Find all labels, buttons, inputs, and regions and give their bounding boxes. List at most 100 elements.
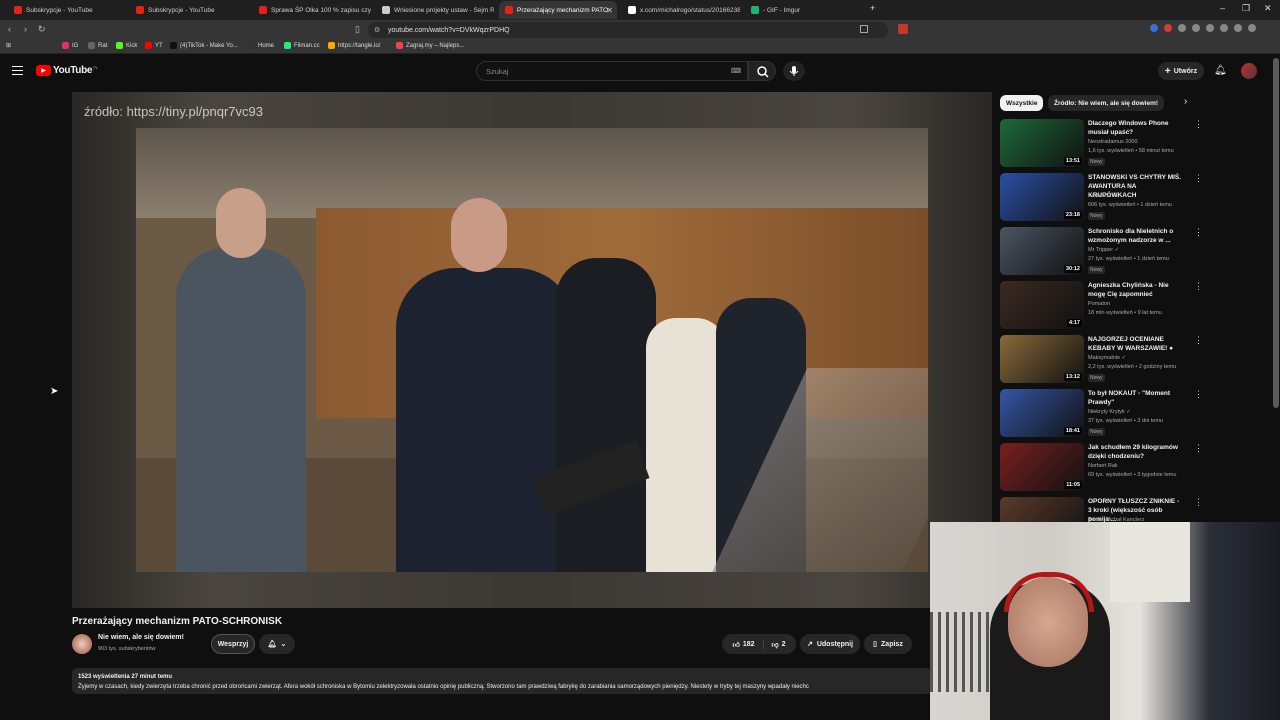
recommendation-channel[interactable]: Niekryty Krytyk ✓ [1088, 409, 1131, 415]
media-icon[interactable] [1220, 24, 1228, 32]
browser-tab[interactable]: Subskrypcje - YouTube [130, 1, 248, 19]
description-box[interactable]: 1523 wyświetlenia 27 minut temu Żyjemy w… [72, 668, 932, 694]
recommendation-item[interactable]: 18:41 To był NOKAUT - "Moment Prawdy" Niek… [1000, 389, 1203, 439]
video-thumbnail[interactable]: 23:18 [1000, 173, 1084, 221]
recommendation-item[interactable]: 4:17 Agnieszka Chylińska - Nie mogę Cię z… [1000, 281, 1203, 331]
recommendation-title[interactable]: Schronisko dla Nieletnich o wzmożonym na… [1088, 227, 1184, 245]
extension-puzzle-icon[interactable] [1192, 24, 1200, 32]
new-tab-button[interactable]: + [870, 3, 875, 13]
restore-icon[interactable]: ❐ [1242, 3, 1250, 14]
video-thumbnail[interactable]: 30:12 [1000, 227, 1084, 275]
video-thumbnail[interactable]: 13:12 [1000, 335, 1084, 383]
share-button[interactable]: ↗ Udostępnij [800, 634, 860, 654]
bookmark-icon [88, 42, 95, 49]
search-input[interactable]: Szukaj ⌨ [476, 61, 748, 81]
recommendation-title[interactable]: To był NOKAUT - "Moment Prawdy" [1088, 389, 1184, 407]
video-thumbnail[interactable]: 11:05 [1000, 443, 1084, 491]
profile-icon[interactable] [1234, 24, 1242, 32]
site-info-icon[interactable]: ⚙ [374, 26, 380, 34]
bookmark-item[interactable]: Filman.cc [284, 42, 320, 49]
browser-tab[interactable]: Wniesione projekty ustaw - Sejm Rz [376, 1, 494, 19]
extension-icon[interactable] [898, 24, 908, 34]
video-thumbnail[interactable]: 4:17 [1000, 281, 1084, 329]
more-options-icon[interactable]: ⋮ [1194, 335, 1203, 346]
recommendation-title[interactable]: Agnieszka Chylińska - Nie mogę Cię zapom… [1088, 281, 1184, 299]
chip-source[interactable]: Źródło: Nie wiem, ale się dowiem! [1048, 95, 1165, 111]
extension-blue-icon[interactable] [1150, 24, 1158, 32]
browser-tab[interactable]: x.com/michalrogo/status/20166238 [622, 1, 740, 19]
support-button[interactable]: Wesprzyj [211, 634, 255, 654]
recommendation-item[interactable]: 11:05 Jak schudłem 29 kilogramów dzięki c… [1000, 443, 1203, 493]
browser-tab[interactable]: Subskrypcje - YouTube [8, 1, 126, 19]
more-options-icon[interactable]: ⋮ [1194, 173, 1203, 184]
recommendation-channel[interactable]: Neostradamus 2000 [1088, 139, 1138, 145]
apps-grid-icon[interactable]: ⊞ [6, 42, 11, 49]
avatar[interactable] [1241, 63, 1257, 79]
recommendation-channel[interactable]: Kanał Zero ✓ [1088, 193, 1121, 199]
recommendation-channel[interactable]: Norbert Rak [1088, 463, 1118, 469]
minimize-icon[interactable]: – [1220, 3, 1225, 13]
address-bar[interactable]: ⚙ youtube.com/watch?v=DVkWqzrPDHQ [368, 22, 888, 38]
recommendation-channel[interactable]: Mr Tripper ✓ [1088, 247, 1119, 253]
page-scrollbar[interactable] [1273, 58, 1279, 408]
search-button[interactable] [748, 61, 776, 81]
more-options-icon[interactable]: ⋮ [1194, 281, 1203, 292]
recommendation-channel[interactable]: Maksymalnie ✓ [1088, 355, 1126, 361]
bookmark-star-icon[interactable]: ▯ [355, 24, 360, 35]
reload-icon[interactable]: ↻ [38, 24, 46, 35]
browser-tab[interactable]: Sprawa ŚP Olka 100 % zapisu czynn [253, 1, 371, 19]
tab-close-icon[interactable]: ✕ [606, 6, 613, 15]
video-thumbnail[interactable] [1000, 497, 1084, 523]
recommendation-title[interactable]: NAJGORZEJ OCENIANE KEBABY W WARSZAWIE! ● [1088, 335, 1184, 353]
dislike-button[interactable]: 👎︎ 2 [764, 640, 786, 649]
more-options-icon[interactable]: ⋮ [1194, 119, 1203, 130]
forward-icon[interactable]: › [24, 24, 27, 34]
bookmark-item[interactable]: Zagraj.my – Najleps... [396, 42, 464, 49]
new-badge: Nowy [1088, 428, 1105, 436]
video-player[interactable]: źródło: https://tiny.pl/pnqr7vc93 [72, 92, 992, 608]
bookmark-item[interactable]: Kick [116, 42, 137, 49]
bookmark-item[interactable]: Rat [88, 42, 107, 49]
video-thumbnail[interactable]: 18:41 [1000, 389, 1084, 437]
hamburger-menu-icon[interactable] [12, 66, 23, 75]
more-options-icon[interactable]: ⋮ [1194, 443, 1203, 454]
screenshot-icon[interactable] [860, 25, 868, 33]
bookmark-item[interactable]: IG [62, 42, 78, 49]
recommendation-item[interactable]: 23:18 STANOWSKI VS CHYTRY MIŚ. AWANTURA N… [1000, 173, 1203, 223]
create-button[interactable]: + Utwórz [1158, 62, 1204, 80]
recommendation-title[interactable]: Dlaczego Windows Phone musiał upaść? [1088, 119, 1184, 137]
recommendation-channel[interactable]: Pomaton [1088, 301, 1110, 307]
recommendation-title[interactable]: Jak schudłem 29 kilogramów dzięki chodze… [1088, 443, 1184, 461]
channel-name[interactable]: Nie wiem, ale się dowiem! [98, 634, 184, 641]
more-options-icon[interactable]: ⋮ [1194, 227, 1203, 238]
chevron-right-icon[interactable]: › [1184, 96, 1187, 107]
browser-tab[interactable]: - GIF - Imgur [745, 1, 863, 19]
menu-icon[interactable] [1248, 24, 1256, 32]
more-options-icon[interactable]: ⋮ [1194, 389, 1203, 400]
bookmark-item[interactable]: (4)TikTok - Make Yo... [170, 42, 238, 49]
close-window-icon[interactable]: ✕ [1264, 3, 1272, 14]
channel-avatar[interactable] [72, 634, 92, 654]
downloads-icon[interactable] [1206, 24, 1214, 32]
recommendation-item[interactable]: 13:12 NAJGORZEJ OCENIANE KEBABY W WARSZAW… [1000, 335, 1203, 385]
youtube-logo[interactable]: ▶ YouTube PL [36, 65, 98, 76]
video-thumbnail[interactable]: 13:51 [1000, 119, 1084, 167]
bookmark-item[interactable]: Home [248, 42, 274, 49]
back-icon[interactable]: ‹ [8, 24, 11, 34]
browser-tab[interactable]: Przerażający mechanizm PATO ✕ [499, 1, 617, 19]
recommendation-item[interactable]: 30:12 Schronisko dla Nieletnich o wzmożon… [1000, 227, 1203, 277]
recommendation-item[interactable]: 13:51 Dlaczego Windows Phone musiał upaść… [1000, 119, 1203, 169]
keyboard-icon[interactable]: ⌨ [731, 67, 741, 75]
save-button[interactable]: ▯ Zapisz [864, 634, 912, 654]
bookmark-item[interactable]: YT [145, 42, 163, 49]
subscription-bell-button[interactable]: 🔔︎ ⌄ [259, 634, 295, 654]
notifications-bell-icon[interactable]: 🔔︎ [1214, 65, 1227, 76]
more-options-icon[interactable]: ⋮ [1194, 497, 1200, 508]
bookmark-item[interactable]: https://tangle.io/ [328, 42, 380, 49]
extension-gray-icon[interactable] [1178, 24, 1186, 32]
recommendation-item[interactable]: OPORNY TŁUSZCZ ZNIKNIE - 3 kroki (większ… [1000, 497, 1200, 523]
like-button[interactable]: 👍︎ 182 [732, 639, 764, 649]
voice-search-button[interactable] [783, 61, 805, 81]
chip-all[interactable]: Wszystkie [1000, 95, 1044, 111]
extension-red-icon[interactable] [1164, 24, 1172, 32]
